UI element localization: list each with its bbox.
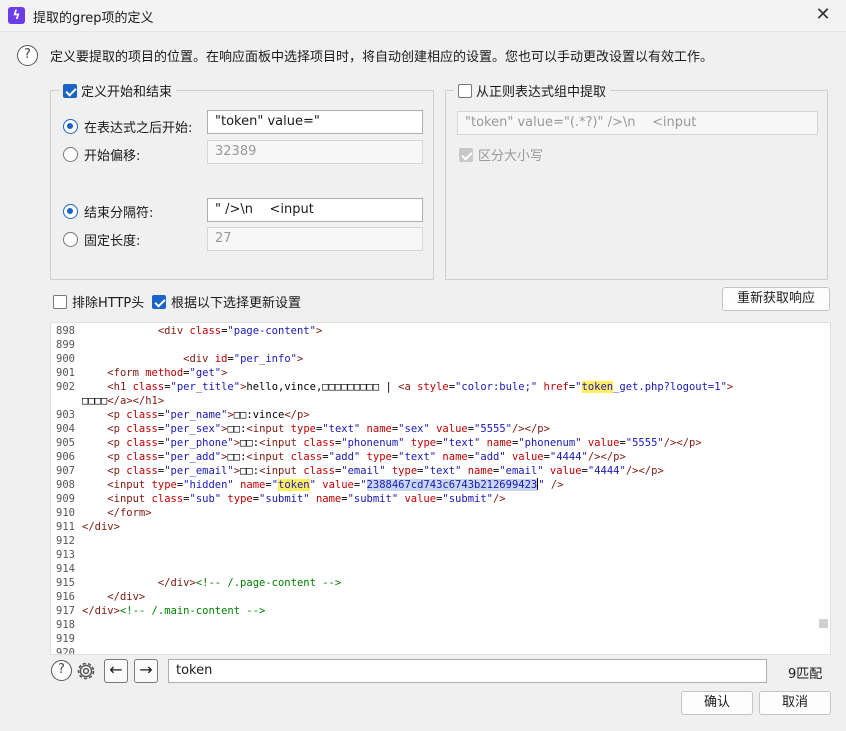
case-sensitive-option[interactable]: 区分大小写	[459, 145, 543, 164]
exclude-http-headers-label: 排除HTTP头	[72, 296, 145, 311]
description-text: 定义要提取的项目的位置。在响应面板中选择项目时，将自动创建相应的设置。您也可以手…	[50, 50, 714, 65]
case-sensitive-label: 区分大小写	[478, 149, 544, 164]
fixed-length-radio[interactable]: 固定长度:	[63, 230, 140, 249]
code-text: <p class="per_email">□□:<input class="em…	[107, 465, 664, 477]
settings-gear-icon[interactable]	[74, 659, 98, 683]
exclude-http-headers-option[interactable]: 排除HTTP头	[53, 292, 144, 311]
regex-input[interactable]: "token" value="(.*?)" />\n <input	[457, 111, 818, 135]
line-number: 903	[56, 409, 75, 421]
line-number: 902	[56, 381, 75, 393]
title-bar: ϟ 提取的grep项的定义 ✕	[0, 0, 846, 32]
line-number: 919	[56, 633, 75, 645]
line-number: 918	[56, 619, 75, 631]
line-number: 913	[56, 549, 75, 561]
exclude-http-headers-checkbox[interactable]	[53, 294, 67, 309]
line-number: 909	[56, 493, 75, 505]
code-text: </form>	[107, 507, 152, 519]
line-number: 907	[56, 465, 75, 477]
line-number: 914	[56, 563, 75, 575]
code-text: <p class="per_phone">□□:<input class="ph…	[107, 437, 702, 449]
end-delimiter-input[interactable]: " />\n <input	[207, 198, 423, 222]
line-number: 899	[56, 339, 75, 351]
line-number: 900	[56, 353, 75, 365]
after-expression-radio[interactable]: 在表达式之后开始:	[63, 117, 192, 136]
fixed-length-label: 固定长度:	[84, 234, 141, 249]
code-text: <p class="per_add">□□:<input class="add"…	[107, 451, 626, 463]
line-number: 904	[56, 423, 75, 435]
regex-group-checkbox[interactable]	[458, 83, 472, 98]
window-title: 提取的grep项的定义	[33, 11, 154, 26]
fixed-length-radio-dot[interactable]	[63, 232, 78, 247]
start-offset-label: 开始偏移:	[84, 149, 141, 164]
dialog-content: ? 定义要提取的项目的位置。在响应面板中选择项目时，将自动创建相应的设置。您也可…	[0, 32, 846, 731]
app-icon: ϟ	[8, 7, 25, 24]
define-start-end-legend[interactable]: 定义开始和结束	[59, 81, 177, 100]
update-from-selection-label: 根据以下选择更新设置	[171, 296, 302, 311]
line-number: 898	[56, 325, 75, 337]
scrollbar-thumb[interactable]	[819, 619, 828, 628]
previous-match-button[interactable]: ←	[104, 659, 128, 683]
search-input[interactable]: token	[168, 659, 767, 683]
regex-group-legend[interactable]: 从正则表达式组中提取	[454, 81, 611, 100]
regex-group-label: 从正则表达式组中提取	[476, 85, 607, 100]
help-icon[interactable]: ?	[17, 45, 38, 66]
line-number: 905	[56, 437, 75, 449]
refetch-response-button[interactable]: 重新获取响应	[722, 287, 830, 311]
after-expression-label: 在表达式之后开始:	[84, 121, 193, 136]
code-text: <div class="page-content">	[157, 325, 323, 337]
start-offset-radio-dot[interactable]	[63, 147, 78, 162]
line-number: 912	[56, 535, 75, 547]
after-expression-input[interactable]: "token" value="	[207, 110, 423, 134]
code-text: □□□□</a></h1>	[82, 395, 165, 407]
help-icon-bottom[interactable]: ?	[51, 660, 72, 681]
end-delimiter-radio[interactable]: 结束分隔符:	[63, 202, 153, 221]
end-delimiter-radio-dot[interactable]	[63, 204, 78, 219]
fixed-length-input[interactable]: 27	[207, 227, 423, 251]
code-text: </div><!-- /.main-content -->	[82, 605, 266, 617]
code-text: <div id="per_info">	[183, 353, 304, 365]
define-start-end-label: 定义开始和结束	[81, 85, 173, 100]
line-number: 901	[56, 367, 75, 379]
update-from-selection-option[interactable]: 根据以下选择更新设置	[152, 292, 301, 311]
line-number: 917	[56, 605, 75, 617]
define-start-end-checkbox[interactable]	[63, 83, 77, 98]
code-text: </div>	[107, 591, 146, 603]
code-text: <input class="sub" type="submit" name="s…	[107, 493, 506, 505]
code-text: <form method="get">	[107, 367, 228, 379]
code-text: <h1 class="per_title">hello,vince,□□□□□□…	[107, 381, 734, 393]
line-number: 915	[56, 577, 75, 589]
code-text: <input type="hidden" name="token" value=…	[107, 478, 564, 491]
next-match-button[interactable]: →	[134, 659, 158, 683]
response-code-panel[interactable]: 898 <div class="page-content"> 899 900 <di…	[50, 322, 831, 655]
line-number: 920	[56, 647, 75, 655]
line-number: 908	[56, 479, 75, 491]
after-expression-radio-dot[interactable]	[63, 119, 78, 134]
update-from-selection-checkbox[interactable]	[152, 294, 166, 309]
code-text: </div>	[82, 521, 120, 533]
cancel-button[interactable]: 取消	[759, 691, 831, 715]
start-offset-input[interactable]: 32389	[207, 140, 423, 164]
match-count: 9匹配	[788, 667, 823, 682]
case-sensitive-checkbox[interactable]	[459, 147, 473, 162]
line-number: 911	[56, 521, 75, 533]
line-number: 906	[56, 451, 75, 463]
code-text: </div><!-- /.page-content -->	[157, 577, 342, 589]
line-number: 910	[56, 507, 75, 519]
close-button[interactable]: ✕	[800, 0, 846, 32]
line-number: 916	[56, 591, 75, 603]
code-text: <p class="per_name">□□:vince</p>	[107, 409, 310, 421]
code-text: <p class="per_sex">□□:<input type="text"…	[107, 423, 550, 435]
end-delimiter-label: 结束分隔符:	[84, 206, 154, 221]
start-offset-radio[interactable]: 开始偏移:	[63, 145, 140, 164]
ok-button[interactable]: 确认	[681, 691, 753, 715]
